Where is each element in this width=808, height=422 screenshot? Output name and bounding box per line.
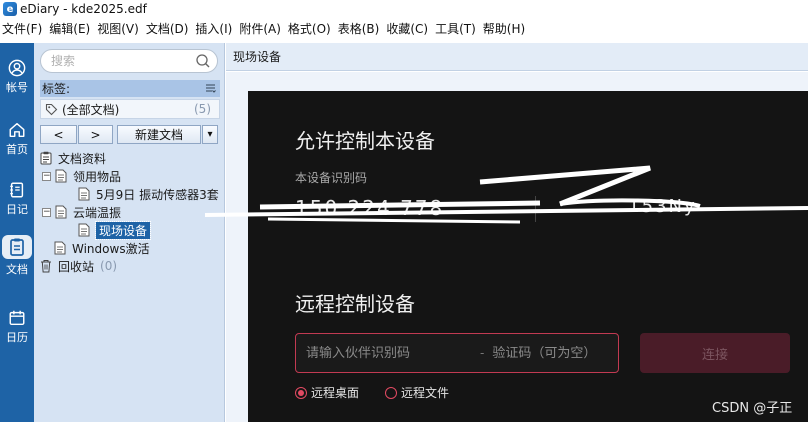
tree-item-windows-label: Windows激活 — [72, 241, 150, 256]
menu-file[interactable]: 文件(F) — [1, 20, 48, 37]
nav-account[interactable]: 帐号 — [0, 49, 34, 95]
trash-icon — [41, 260, 51, 273]
tags-header-label: 标签: — [42, 82, 71, 96]
menu-edit[interactable]: 编辑(E) — [48, 20, 96, 37]
new-document-dropdown[interactable]: ▾ — [202, 125, 218, 144]
nav-docs[interactable]: 文档 — [0, 231, 34, 277]
window-title: eDiary - kde2025.edf — [20, 2, 147, 16]
document-icon — [10, 238, 24, 256]
user-icon — [8, 59, 26, 77]
document-icon — [55, 205, 67, 219]
tree-item-supplies-label: 领用物品 — [73, 169, 122, 184]
device-id-value: 150 224 778 — [295, 196, 445, 220]
menu-help[interactable]: 帮助(H) — [482, 20, 531, 37]
radio-checked-icon[interactable] — [295, 386, 307, 399]
menu-document[interactable]: 文档(D) — [145, 20, 195, 37]
document-icon — [78, 187, 90, 201]
nav-rail: 帐号 首页 日记 文档 日历 — [0, 43, 34, 422]
document-title: 现场设备 — [233, 50, 282, 64]
nav-docs-highlight — [2, 235, 32, 259]
tree-item-recycle[interactable]: 回收站 (0) — [40, 257, 117, 275]
tag-all-count: (5) — [194, 102, 211, 116]
new-document-button[interactable]: 新建文档 — [117, 125, 201, 144]
connect-button[interactable]: 连接 — [640, 333, 790, 373]
document-icon — [78, 223, 90, 237]
tag-all-documents[interactable]: (全部文档) (5) — [40, 99, 220, 119]
verification-code-input[interactable] — [492, 345, 613, 361]
input-separator: - — [480, 346, 485, 360]
tags-header: 标签: — [40, 80, 220, 97]
nav-calendar[interactable]: 日历 — [0, 299, 34, 345]
list-menu-icon[interactable] — [205, 83, 216, 94]
nav-home-label: 首页 — [6, 143, 28, 156]
calendar-icon — [9, 310, 25, 326]
tree-item-device[interactable]: 现场设备 — [78, 220, 152, 240]
menu-insert[interactable]: 插入(I) — [194, 20, 238, 37]
next-button[interactable]: > — [78, 125, 113, 144]
device-id-label: 本设备识别码 — [295, 171, 368, 185]
nav-home[interactable]: 首页 — [0, 111, 34, 157]
nav-diary[interactable]: 日记 — [0, 171, 34, 217]
tree-root-label: 文档资料 — [58, 151, 107, 166]
title-bar: e eDiary - kde2025.edf — [0, 0, 808, 18]
menu-table[interactable]: 表格(B) — [337, 20, 386, 37]
document-icon — [55, 169, 67, 183]
option-remote-desktop-label: 远程桌面 — [311, 386, 360, 400]
option-remote-file[interactable]: 远程文件 — [385, 384, 449, 401]
allow-control-title: 允许控制本设备 — [295, 129, 435, 153]
tree-item-supplies[interactable]: − 领用物品 — [42, 167, 121, 185]
prev-button[interactable]: < — [40, 125, 77, 144]
radio-unchecked-icon[interactable] — [385, 386, 397, 399]
search-icon[interactable] — [195, 53, 211, 69]
device-id-divider — [535, 196, 536, 222]
nav-calendar-label: 日历 — [6, 331, 28, 344]
tree-item-recycle-count: (0) — [100, 259, 118, 273]
menu-bar: 文件(F) 编辑(E) 视图(V) 文档(D) 插入(I) 附件(A) 格式(O… — [0, 18, 808, 38]
document-icon — [54, 241, 66, 255]
folder-doc-icon — [40, 151, 52, 165]
search-box — [40, 49, 218, 73]
search-input[interactable] — [51, 54, 191, 68]
tree-item-cloud[interactable]: − 云端温振 — [42, 203, 121, 221]
home-icon — [9, 122, 25, 138]
nav-diary-label: 日记 — [6, 203, 28, 216]
collapse-icon[interactable]: − — [42, 207, 51, 217]
content-header: 现场设备 — [226, 43, 808, 71]
device-code-value: ...153Ny — [605, 196, 697, 217]
menu-favorites[interactable]: 收藏(C) — [385, 20, 434, 37]
remote-input-group: - — [295, 333, 619, 373]
diary-icon — [10, 182, 24, 198]
tree-item-recycle-label: 回收站 — [58, 259, 95, 274]
watermark: CSDN @子正 — [712, 401, 793, 416]
nav-docs-label: 文档 — [6, 263, 28, 276]
tree-item-cloud-label: 云端温振 — [73, 205, 122, 220]
app-logo-icon: e — [3, 2, 17, 16]
tree-item-sensor-label: 5月9日 振动传感器3套 — [96, 187, 219, 202]
tag-icon — [45, 103, 58, 115]
collapse-icon[interactable]: − — [42, 171, 51, 181]
menu-attachment[interactable]: 附件(A) — [238, 20, 287, 37]
nav-account-label: 帐号 — [6, 81, 28, 94]
menu-view[interactable]: 视图(V) — [96, 20, 145, 37]
remote-control-title: 远程控制设备 — [295, 292, 415, 316]
menu-tools[interactable]: 工具(T) — [434, 20, 482, 37]
tree-item-sensor[interactable]: 5月9日 振动传感器3套 — [78, 185, 219, 203]
tree-root[interactable]: 文档资料 — [40, 149, 106, 167]
partner-id-input[interactable] — [306, 345, 476, 361]
tree-item-windows[interactable]: Windows激活 — [54, 239, 150, 257]
tag-all-label: (全部文档) — [62, 102, 120, 117]
option-remote-desktop[interactable]: 远程桌面 — [295, 384, 359, 401]
toolbar: < > 新建文档 ▾ — [40, 125, 218, 145]
tree-item-device-label: 现场设备 — [94, 220, 152, 240]
option-remote-file-label: 远程文件 — [401, 386, 450, 400]
document-panel: 标签: (全部文档) (5) < > 新建文档 ▾ 文档资料 − 领用物品 5月… — [34, 43, 225, 422]
menu-format[interactable]: 格式(O) — [287, 20, 337, 37]
